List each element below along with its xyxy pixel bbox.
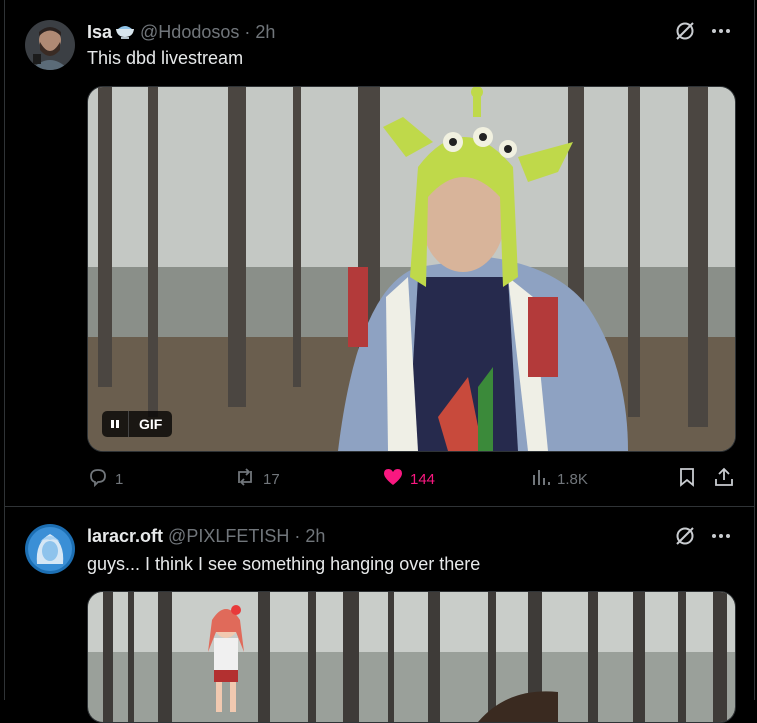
tweet-text: This dbd livestream: [87, 48, 244, 68]
display-name[interactable]: Isa: [87, 22, 112, 43]
reply-count: 1: [115, 470, 124, 488]
share-icon: [713, 466, 735, 492]
handle[interactable]: @PIXLFETISH: [168, 526, 289, 547]
timestamp[interactable]: · 2h: [294, 526, 325, 547]
tweet-media-image[interactable]: [87, 591, 736, 723]
tweet-media-gif[interactable]: GIF: [87, 86, 736, 452]
heart-icon: [382, 466, 404, 492]
bookmark-button[interactable]: [676, 466, 698, 492]
repost-count: 17: [263, 470, 280, 488]
tweet-top-actions: [674, 525, 732, 552]
tweet[interactable]: Isa @Hdodosos · 2h This dbd livestream G…: [5, 0, 754, 507]
like-count: 144: [410, 470, 436, 488]
tweet-header: Isa @Hdodosos · 2h: [87, 20, 275, 45]
avatar[interactable]: [25, 20, 75, 70]
timeline-feed: Isa @Hdodosos · 2h This dbd livestream G…: [4, 0, 755, 723]
reply-button[interactable]: 1: [87, 466, 123, 492]
tweet[interactable]: laracr.oft @PIXLFETISH · 2h guys... I th…: [5, 507, 754, 723]
avatar[interactable]: [25, 524, 75, 574]
analytics-icon: [529, 466, 551, 492]
repost-button[interactable]: 17: [233, 466, 280, 492]
tweet-top-actions: [674, 20, 732, 47]
gif-label: GIF: [139, 416, 163, 432]
like-button[interactable]: 144: [382, 466, 435, 492]
share-button[interactable]: [713, 466, 735, 492]
handle[interactable]: @Hdodosos: [140, 22, 239, 43]
pause-icon[interactable]: [102, 411, 129, 437]
display-name[interactable]: laracr.oft: [87, 526, 163, 547]
grok-icon[interactable]: [674, 525, 696, 552]
bookmark-icon: [676, 466, 698, 492]
views-button[interactable]: 1.8K: [529, 466, 588, 492]
more-icon[interactable]: [710, 20, 732, 47]
bowl-emoji-icon: [114, 20, 136, 45]
more-icon[interactable]: [710, 525, 732, 552]
tweet-header: laracr.oft @PIXLFETISH · 2h: [87, 526, 325, 547]
gif-frame: [88, 87, 735, 451]
image-frame: [88, 592, 735, 722]
tweet-actions-bar: 1 17 144 1.8K: [87, 466, 736, 494]
view-count: 1.8K: [557, 470, 588, 488]
tweet-text: guys... I think I see something hanging …: [87, 554, 481, 574]
repost-icon: [233, 466, 257, 492]
reply-icon: [87, 466, 109, 492]
grok-icon[interactable]: [674, 20, 696, 47]
timestamp[interactable]: · 2h: [244, 22, 275, 43]
gif-badge[interactable]: GIF: [102, 411, 173, 437]
